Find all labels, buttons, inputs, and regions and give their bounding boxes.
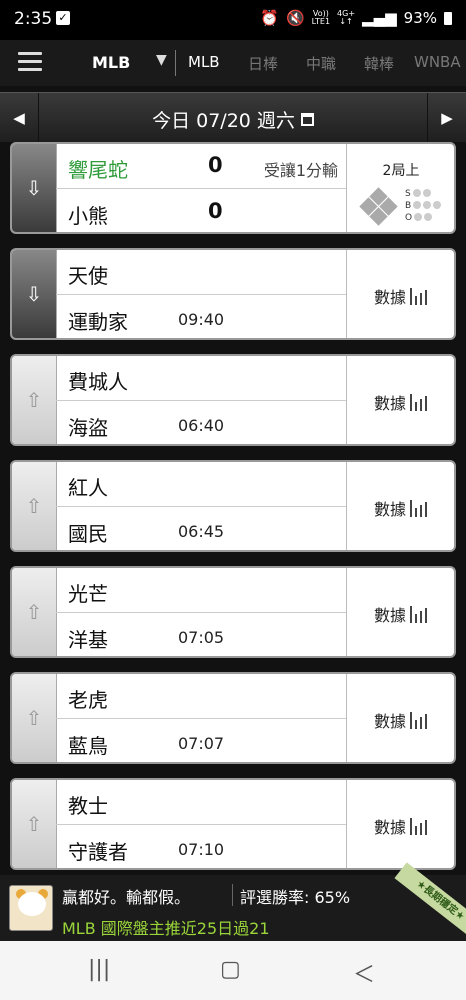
banner-tagline: 贏都好。輸都假。 — [62, 888, 191, 907]
date-bar: ◀ 今日 07/20 週六 ▶ — [0, 92, 466, 143]
away-team: 教士 — [68, 794, 108, 818]
tab-npb[interactable]: 日棒 — [248, 53, 278, 74]
signal-icon: ▂▄▆ — [362, 9, 397, 27]
game-card[interactable]: ⇩ 天使 運動家 09:40 數據 — [10, 248, 456, 340]
away-team: 老虎 — [68, 688, 108, 712]
system-nav-bar: ||| ▢ ＜ — [0, 941, 466, 1000]
dropdown-triangle-icon[interactable]: ▼ — [156, 52, 167, 68]
stats-button[interactable]: 數據 — [346, 674, 454, 762]
home-team: 藍鳥 — [68, 734, 108, 758]
game-time: 07:05 — [178, 628, 225, 647]
recent-apps-icon[interactable]: ||| — [88, 957, 110, 982]
game-time: 06:45 — [178, 522, 225, 541]
game-card[interactable]: ⇧ 費城人 海盜 06:40 數據 — [10, 354, 456, 446]
bases-diamond-icon — [359, 187, 399, 226]
tab-cpbl[interactable]: 中職 — [306, 53, 336, 74]
promo-banner[interactable]: 贏都好。輸都假。 評選勝率: 65% MLB 國際盤主推近25日過21 ★長期穩… — [0, 862, 466, 941]
game-card-live[interactable]: ⇩ 響尾蛇 0 受讓1分輸 小熊 0 2局上 S B O — [10, 142, 456, 234]
nav-divider — [175, 50, 176, 76]
arrow-up-icon: ⇧ — [25, 388, 43, 412]
next-day-icon[interactable]: ▶ — [427, 93, 466, 143]
hamburger-menu-icon[interactable] — [18, 52, 42, 72]
away-row: 響尾蛇 0 受讓1分輸 — [56, 144, 346, 189]
mute-icon: 🔇 — [285, 9, 305, 27]
home-score: 0 — [208, 199, 223, 223]
game-time: 07:10 — [178, 840, 225, 859]
away-team: 響尾蛇 — [68, 158, 128, 182]
bar-chart-icon — [410, 500, 428, 517]
game-time: 06:40 — [178, 416, 225, 435]
game-card[interactable]: ⇧ 老虎 藍鳥 07:07 數據 — [10, 672, 456, 764]
arrow-up-icon: ⇧ — [25, 812, 43, 836]
game-card[interactable]: ⇧ 光芒 洋基 07:05 數據 — [10, 566, 456, 658]
banner-win-rate: 評選勝率: 65% — [240, 888, 351, 907]
bar-chart-icon — [410, 606, 428, 623]
expand-toggle[interactable]: ⇧ — [12, 674, 57, 762]
expand-toggle[interactable]: ⇧ — [12, 462, 57, 550]
arrow-down-icon: ⇩ — [25, 282, 43, 306]
home-icon[interactable]: ▢ — [220, 957, 241, 982]
banner-divider — [232, 884, 233, 906]
network-type-icon: 4G+ ↓↑ — [337, 9, 356, 26]
arrow-up-icon: ⇧ — [25, 494, 43, 518]
date-label[interactable]: 今日 07/20 週六 — [0, 106, 466, 133]
game-time: 07:07 — [178, 734, 225, 753]
stats-button[interactable]: 數據 — [346, 780, 454, 868]
bar-chart-icon — [410, 712, 428, 729]
stats-button[interactable]: 數據 — [346, 250, 454, 338]
clock: 2:35 — [14, 9, 53, 29]
home-team: 守護者 — [68, 840, 128, 864]
checkbox-notification-icon: ✓ — [56, 11, 70, 25]
alarm-icon: ⏰ — [260, 9, 279, 27]
away-team: 紅人 — [68, 476, 108, 500]
bar-chart-icon — [410, 288, 428, 305]
ball-count: S B O — [405, 188, 442, 224]
stats-button[interactable]: 數據 — [346, 356, 454, 444]
status-icons: ⏰ 🔇 Vo)) LTE1 4G+ ↓↑ ▂▄▆ 93% — [260, 9, 452, 27]
game-time: 09:40 — [178, 310, 225, 329]
bar-chart-icon — [410, 818, 428, 835]
home-team: 國民 — [68, 522, 108, 546]
league-select[interactable]: MLB — [92, 53, 130, 72]
expand-toggle[interactable]: ⇩ — [12, 250, 57, 338]
banner-promo-text: MLB 國際盤主推近25日過21 — [62, 919, 270, 938]
tab-kbo[interactable]: 韓棒 — [364, 53, 394, 74]
expand-toggle[interactable]: ⇧ — [12, 356, 57, 444]
tipster-avatar — [9, 885, 53, 931]
stats-button[interactable]: 數據 — [346, 568, 454, 656]
tab-wnba[interactable]: WNBA — [414, 53, 461, 71]
away-score: 0 — [208, 153, 223, 177]
volte-icon: Vo)) LTE1 — [311, 9, 331, 26]
home-team: 小熊 — [68, 204, 108, 228]
battery-percent: 93% — [403, 9, 437, 27]
away-team: 天使 — [68, 264, 108, 288]
game-card[interactable]: ⇧ 紅人 國民 06:45 數據 — [10, 460, 456, 552]
arrow-up-icon: ⇧ — [25, 706, 43, 730]
arrow-down-icon: ⇩ — [25, 176, 43, 200]
game-card[interactable]: ⇧ 教士 守護者 07:10 數據 — [10, 778, 456, 870]
away-team: 費城人 — [68, 370, 128, 394]
battery-icon — [444, 11, 452, 25]
expand-toggle[interactable]: ⇧ — [12, 780, 57, 868]
bar-chart-icon — [410, 394, 428, 411]
handicap-note: 受讓1分輸 — [263, 161, 338, 180]
back-icon[interactable]: ＜ — [353, 957, 375, 989]
away-team: 光芒 — [68, 582, 108, 606]
live-status-cell[interactable]: 2局上 S B O — [346, 144, 454, 232]
games-list: ⇩ 響尾蛇 0 受讓1分輸 小熊 0 2局上 S B O ⇩ 天使 運動家 09:… — [0, 142, 466, 875]
home-team: 運動家 — [68, 310, 128, 334]
top-nav: MLB ▼ MLB 日棒 中職 韓棒 WNBA — [0, 40, 466, 86]
inning-label: 2局上 — [382, 163, 420, 179]
expand-toggle[interactable]: ⇧ — [12, 568, 57, 656]
home-team: 海盜 — [68, 416, 108, 440]
arrow-up-icon: ⇧ — [25, 600, 43, 624]
status-bar: 2:35 ✓ ⏰ 🔇 Vo)) LTE1 4G+ ↓↑ ▂▄▆ 93% — [0, 0, 466, 40]
tab-mlb[interactable]: MLB — [188, 53, 220, 71]
expand-toggle[interactable]: ⇩ — [12, 144, 57, 232]
calendar-icon[interactable] — [300, 113, 314, 126]
stats-button[interactable]: 數據 — [346, 462, 454, 550]
home-row: 小熊 0 — [56, 190, 346, 232]
home-team: 洋基 — [68, 628, 108, 652]
